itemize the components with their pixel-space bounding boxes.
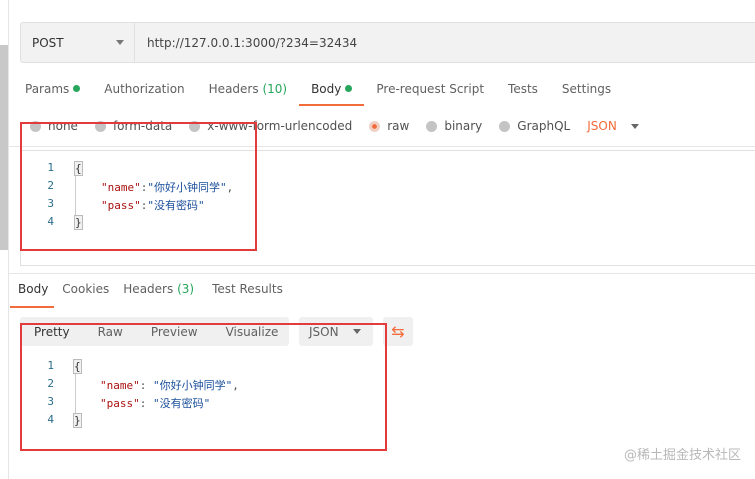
- url-input[interactable]: http://127.0.0.1:3000/?234=32434: [135, 36, 357, 50]
- radio-raw[interactable]: raw: [369, 119, 409, 133]
- chevron-down-icon: [116, 40, 124, 45]
- status-dot-icon: [345, 85, 353, 92]
- radio-label: raw: [387, 119, 410, 133]
- request-tabs: Params Authorization Headers (10) Body P…: [25, 82, 635, 106]
- tab-label: Headers: [208, 82, 259, 96]
- chevron-down-icon: [630, 123, 639, 129]
- tab-label: Headers: [123, 282, 174, 296]
- radio-graphql[interactable]: GraphQL: [499, 119, 570, 133]
- headers-count: (10): [262, 82, 288, 96]
- tab-cookies[interactable]: Cookies: [62, 282, 109, 304]
- method-select[interactable]: POST: [21, 23, 135, 62]
- tab-pre-request-script[interactable]: Pre-request Script: [376, 82, 484, 104]
- tab-params[interactable]: Params: [25, 82, 81, 104]
- highlight-box: [20, 122, 257, 251]
- radio-binary[interactable]: binary: [426, 119, 482, 133]
- radio-selected-icon: [369, 120, 381, 132]
- tab-test-results[interactable]: Test Results: [212, 282, 283, 304]
- divider: [9, 273, 755, 274]
- tab-label: Params: [25, 82, 70, 96]
- tab-tests[interactable]: Tests: [508, 82, 538, 104]
- divider: [8, 0, 9, 479]
- tab-settings[interactable]: Settings: [562, 82, 611, 104]
- tab-label: Body: [311, 82, 342, 96]
- tab-authorization[interactable]: Authorization: [104, 82, 184, 104]
- response-tabs: Body Cookies Headers (3) Test Results: [9, 282, 297, 308]
- radio-icon: [426, 120, 438, 132]
- radio-label: binary: [444, 119, 483, 133]
- body-format-select[interactable]: JSON: [587, 119, 617, 133]
- wrap-lines-icon[interactable]: ⇆: [383, 317, 413, 346]
- radio-label: GraphQL: [517, 119, 571, 133]
- status-dot-icon: [73, 85, 81, 92]
- watermark: @稀土掘金技术社区: [623, 448, 741, 463]
- radio-icon: [499, 120, 511, 132]
- method-label: POST: [32, 35, 64, 50]
- request-bar: POST http://127.0.0.1:3000/?234=32434: [20, 22, 755, 63]
- tab-response-headers[interactable]: Headers (3): [123, 282, 194, 304]
- scrollbar[interactable]: [0, 45, 8, 250]
- tab-headers[interactable]: Headers (10): [209, 82, 287, 104]
- headers-count: (3): [177, 282, 195, 296]
- tab-body[interactable]: Body: [298, 82, 365, 106]
- highlight-box: [20, 323, 387, 451]
- tab-response-body[interactable]: Body: [9, 282, 55, 308]
